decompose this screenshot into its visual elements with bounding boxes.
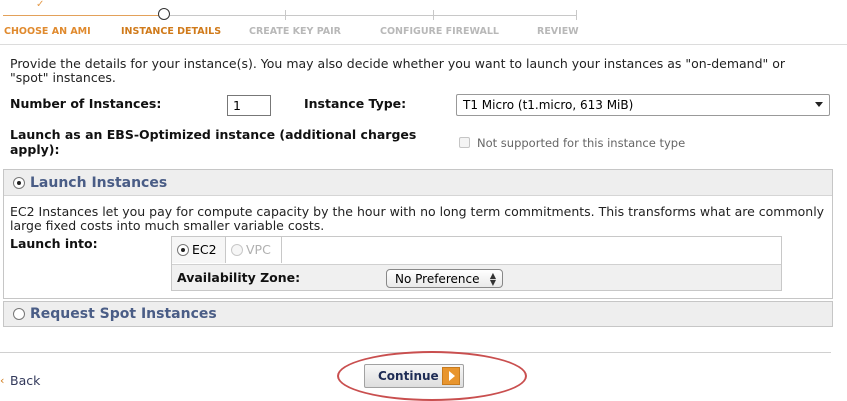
launch-instances-header[interactable]: Launch Instances	[4, 170, 832, 196]
ebs-optimized-checkbox[interactable]	[459, 137, 470, 148]
num-instances-input[interactable]: 1	[227, 95, 271, 116]
updown-arrow-icon: ▲ ▼	[489, 271, 496, 287]
launch-instances-radio[interactable]	[13, 177, 25, 189]
launch-description: EC2 Instances let you pay for compute ca…	[10, 204, 825, 233]
step-complete-check-icon: ✓	[36, 0, 45, 10]
continue-label: Continue	[378, 369, 439, 383]
ec2-radio[interactable]	[177, 244, 189, 256]
ec2-option[interactable]: EC2	[172, 237, 226, 263]
launch-into-label: Launch into:	[10, 236, 98, 251]
ec2-label: EC2	[192, 242, 217, 257]
header-divider	[0, 44, 847, 45]
step-instance-details: INSTANCE DETAILS	[121, 26, 222, 37]
step-choose-ami[interactable]: CHOOSE AN AMI	[4, 26, 91, 37]
vpc-option: VPC	[226, 237, 282, 263]
instance-type-value: T1 Micro (t1.micro, 613 MiB)	[463, 98, 634, 112]
num-instances-label: Number of Instances:	[10, 96, 162, 111]
availability-zone-value: No Preference	[395, 272, 480, 286]
vpc-label: VPC	[246, 242, 271, 257]
spot-instances-panel: Request Spot Instances	[3, 301, 833, 327]
continue-arrow-icon	[442, 367, 460, 385]
dropdown-arrow-icon	[815, 102, 823, 107]
continue-button[interactable]: Continue	[364, 364, 464, 388]
step-review: REVIEW	[537, 26, 579, 37]
wizard-tick	[433, 10, 434, 20]
back-chevron-icon: ‹	[0, 374, 5, 387]
step-create-key-pair: CREATE KEY PAIR	[249, 26, 341, 37]
wizard-tick	[576, 10, 577, 20]
availability-zone-label: Availability Zone:	[177, 270, 301, 285]
availability-zone-select[interactable]: No Preference ▲ ▼	[386, 269, 503, 288]
spot-instances-title: Request Spot Instances	[30, 306, 217, 322]
instance-type-select[interactable]: T1 Micro (t1.micro, 613 MiB)	[456, 94, 830, 116]
launch-instances-title: Launch Instances	[30, 175, 168, 191]
spot-instances-header[interactable]: Request Spot Instances	[4, 302, 832, 326]
ebs-optimized-label: Launch as an EBS-Optimized instance (add…	[10, 127, 417, 157]
wizard-tick	[285, 10, 286, 20]
current-step-circle-icon	[158, 8, 170, 20]
back-link[interactable]: Back	[10, 373, 40, 388]
step-configure-firewall: CONFIGURE FIREWALL	[380, 26, 499, 37]
wizard-line-done	[3, 15, 163, 16]
wizard-line-future	[170, 15, 576, 16]
intro-text: Provide the details for your instance(s)…	[10, 56, 786, 85]
spot-instances-radio[interactable]	[13, 308, 25, 320]
ebs-checkbox-label: Not supported for this instance type	[477, 136, 686, 150]
vpc-radio	[231, 244, 243, 256]
instance-type-label: Instance Type:	[304, 96, 407, 111]
